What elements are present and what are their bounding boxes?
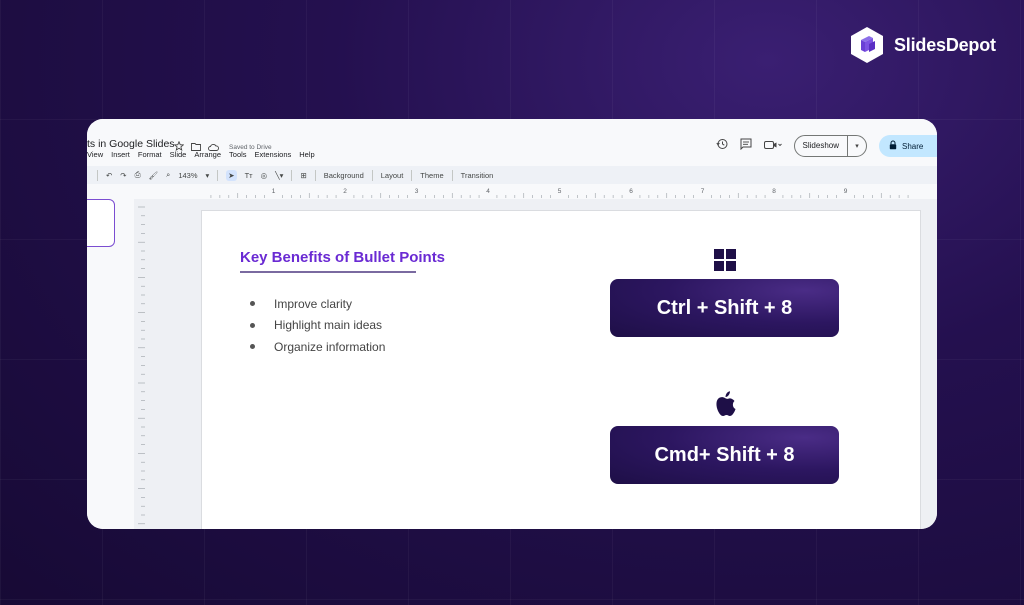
bullet-list[interactable]: Improve clarity Highlight main ideas Org…: [250, 293, 385, 358]
title-underline: [240, 271, 416, 273]
share-label: Share: [902, 141, 924, 151]
bullet-dot-icon: [250, 301, 255, 307]
bullet-text: Organize information: [274, 339, 386, 354]
history-icon[interactable]: [715, 137, 728, 155]
ruler-number: 8: [772, 188, 776, 195]
text-box-icon[interactable]: Tт: [245, 171, 253, 180]
ruler-number: 5: [558, 188, 562, 195]
bullet-item[interactable]: Highlight main ideas: [250, 315, 385, 337]
toolbar-divider: [314, 169, 316, 181]
add-comment-icon[interactable]: ⊞: [300, 171, 306, 180]
print-icon[interactable]: ⎙: [135, 170, 141, 180]
menu-insert[interactable]: Insert: [111, 150, 130, 159]
ruler-number: 6: [629, 188, 633, 195]
comment-icon[interactable]: [740, 137, 752, 155]
line-icon[interactable]: ╲▾: [275, 171, 283, 180]
redo-icon[interactable]: ↷: [120, 171, 126, 180]
undo-icon[interactable]: ↶: [106, 171, 112, 180]
document-title[interactable]: ts in Google Slides: [87, 138, 175, 150]
menu-format[interactable]: Format: [138, 150, 162, 159]
horizontal-ruler[interactable]: 1 2 3 4 5 6 7 8 9: [87, 185, 937, 199]
ruler-number: 9: [844, 188, 848, 195]
slides-window: ts in Google Slides Saved to Drive View …: [87, 119, 937, 529]
slide-canvas[interactable]: Key Benefits of Bullet Points Improve cl…: [201, 210, 921, 529]
layout-button[interactable]: Layout: [381, 171, 404, 180]
ruler-number: 7: [701, 188, 705, 195]
bullet-dot-icon: [250, 344, 255, 350]
toolbar-divider: [291, 169, 293, 181]
bullet-dot-icon: [250, 322, 255, 328]
paint-format-icon[interactable]: 🖌︎: [149, 171, 159, 180]
theme-button[interactable]: Theme: [420, 171, 443, 180]
menu-slide[interactable]: Slide: [170, 150, 187, 159]
zoom-dropdown-icon[interactable]: ▾: [206, 171, 210, 180]
zoom-level[interactable]: 143%: [178, 171, 197, 180]
top-right-actions: Slideshow ▾ Share: [715, 135, 937, 157]
zoom-icon[interactable]: ⌕: [166, 170, 170, 180]
toolbar-divider: [371, 169, 373, 181]
menu-tools[interactable]: Tools: [229, 150, 247, 159]
slideshow-button-group: Slideshow ▾: [793, 135, 867, 157]
transition-button[interactable]: Transition: [461, 171, 494, 180]
mac-shortcut-text: Cmd+ Shift + 8: [654, 443, 795, 466]
vertical-ruler[interactable]: [134, 199, 146, 529]
menu-view[interactable]: View: [87, 150, 103, 159]
slide-title[interactable]: Key Benefits of Bullet Points: [240, 249, 445, 266]
menu-extensions[interactable]: Extensions: [255, 150, 292, 159]
ruler-number: 2: [343, 188, 347, 195]
slidesdepot-logo-icon: [848, 26, 886, 64]
select-cursor-icon[interactable]: ➤: [226, 169, 237, 181]
slideshow-button[interactable]: Slideshow: [795, 136, 847, 156]
ruler-number: 1: [272, 188, 276, 195]
bullet-text: Highlight main ideas: [274, 318, 383, 333]
windows-icon: [714, 249, 736, 276]
bullet-item[interactable]: Organize information: [250, 336, 385, 358]
slideshow-dropdown-icon[interactable]: ▾: [847, 136, 866, 156]
lock-icon: [889, 140, 897, 152]
share-button[interactable]: Share: [879, 135, 937, 157]
toolbar-divider: [451, 169, 453, 181]
menu-help[interactable]: Help: [299, 150, 314, 159]
titlebar: ts in Google Slides Saved to Drive View …: [87, 119, 937, 165]
brand-name: SlidesDepot: [894, 34, 996, 55]
mac-shortcut-badge: Cmd+ Shift + 8: [610, 426, 839, 484]
background-button[interactable]: Background: [324, 171, 364, 180]
menu-arrange[interactable]: Arrange: [194, 150, 221, 159]
windows-shortcut-text: Ctrl + Shift + 8: [656, 296, 793, 319]
windows-shortcut-badge: Ctrl + Shift + 8: [610, 279, 839, 337]
menu-bar: View Insert Format Slide Arrange Tools E…: [87, 150, 315, 159]
toolbar-divider: [97, 169, 98, 181]
bullet-text: Improve clarity: [274, 296, 353, 311]
apple-icon: [713, 390, 737, 423]
brand-logo-group: SlidesDepot: [848, 26, 996, 64]
camera-icon[interactable]: [763, 137, 782, 155]
ruler-number: 3: [415, 188, 419, 195]
toolbar-divider: [411, 169, 413, 181]
bullet-item[interactable]: Improve clarity: [250, 293, 385, 315]
ruler-number: 4: [486, 188, 490, 195]
toolbar-divider: [217, 169, 219, 181]
toolbar: ↶ ↷ ⎙ 🖌︎ ⌕ 143% ▾ ➤ Tт ◎ ╲▾ ⊞ Background…: [87, 166, 937, 184]
slide-thumbnail[interactable]: [87, 199, 115, 247]
filmstrip: [87, 199, 127, 529]
shape-icon[interactable]: ◎: [261, 171, 268, 180]
